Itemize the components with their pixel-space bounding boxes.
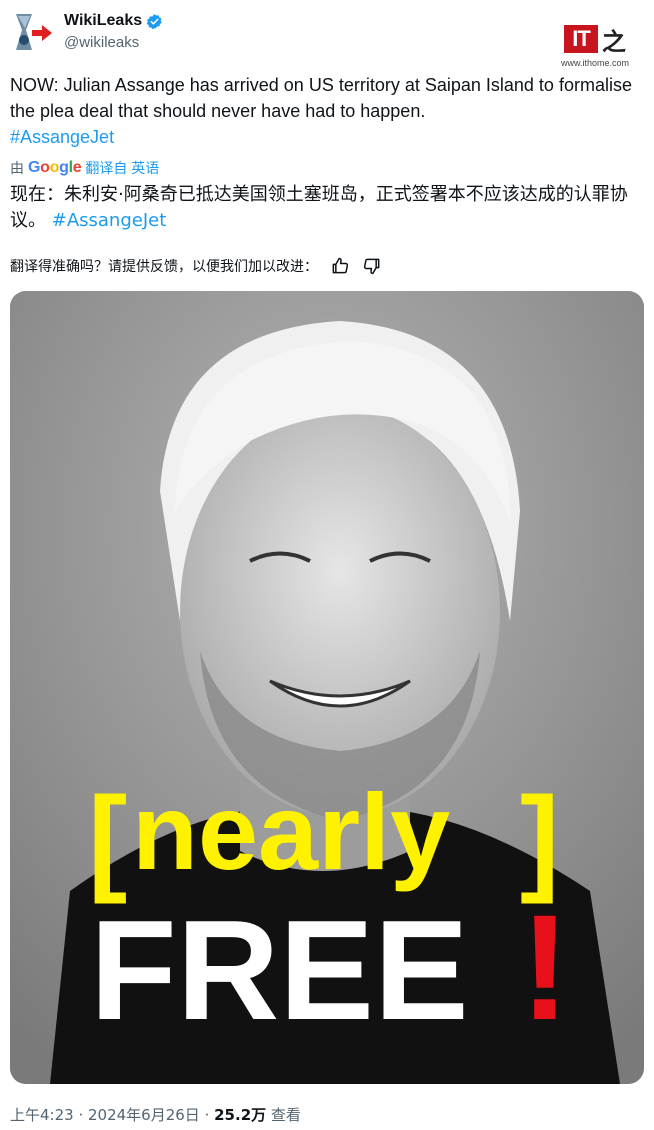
verified-badge-icon	[146, 13, 162, 29]
translation-attribution: 由 Google 翻译自 英语	[10, 158, 159, 178]
handle[interactable]: @wikileaks	[64, 34, 163, 51]
watermark-logo: IT	[564, 25, 598, 53]
translation-prefix: 由	[10, 160, 24, 176]
thumbs-down-icon[interactable]	[362, 256, 382, 276]
meta-separator: ·	[73, 1106, 88, 1124]
tweet-time[interactable]: 上午4:23	[10, 1106, 74, 1124]
translated-from-link[interactable]: 翻译自 英语	[85, 158, 159, 178]
google-logo: Google	[28, 159, 82, 176]
image-word-nearly: nearly	[132, 771, 450, 892]
watermark-logo-char: 之	[602, 27, 626, 56]
tweet-header: WikiLeaks @wikileaks IT 之 www.ithome.com	[10, 10, 644, 68]
feedback-prompt: 翻译得准确吗？请提供反馈，以便我们加以改进：	[10, 259, 318, 275]
translated-hashtag[interactable]: #AssangeJet	[52, 210, 167, 231]
tweet-text: NOW: Julian Assange has arrived on US te…	[10, 72, 640, 150]
image-exclamation: !	[520, 883, 570, 1051]
avatar[interactable]	[10, 10, 56, 56]
tweet-hashtag[interactable]: #AssangeJet	[10, 127, 114, 147]
views-label: 查看	[266, 1106, 301, 1124]
tweet-meta: 上午4:23 · 2024年6月26日 · 25.2万 查看	[10, 1104, 301, 1125]
tweet-body: NOW: Julian Assange has arrived on US te…	[10, 75, 632, 121]
tweet-image[interactable]: [ nearly ] FREE !	[10, 291, 644, 1084]
translation-feedback: 翻译得准确吗？请提供反馈，以便我们加以改进：	[10, 256, 382, 276]
translated-text: 现在：朱利安·阿桑奇已抵达美国领土塞班岛，正式签署本不应该达成的认罪协议。 #A…	[10, 182, 644, 234]
meta-separator: ·	[199, 1106, 215, 1124]
view-count: 25.2万	[214, 1106, 267, 1124]
portrait-image: [ nearly ] FREE !	[10, 291, 644, 1084]
wikileaks-hourglass-icon	[16, 14, 52, 50]
ithome-watermark: IT 之 www.ithome.com	[556, 24, 634, 68]
display-name[interactable]: WikiLeaks	[64, 12, 142, 30]
thumbs-up-icon[interactable]	[330, 256, 350, 276]
tweet-date[interactable]: 2024年6月26日	[88, 1106, 200, 1124]
image-word-free: FREE	[90, 891, 469, 1050]
watermark-url: www.ithome.com	[560, 58, 630, 68]
image-bracket-left: [	[88, 773, 127, 905]
